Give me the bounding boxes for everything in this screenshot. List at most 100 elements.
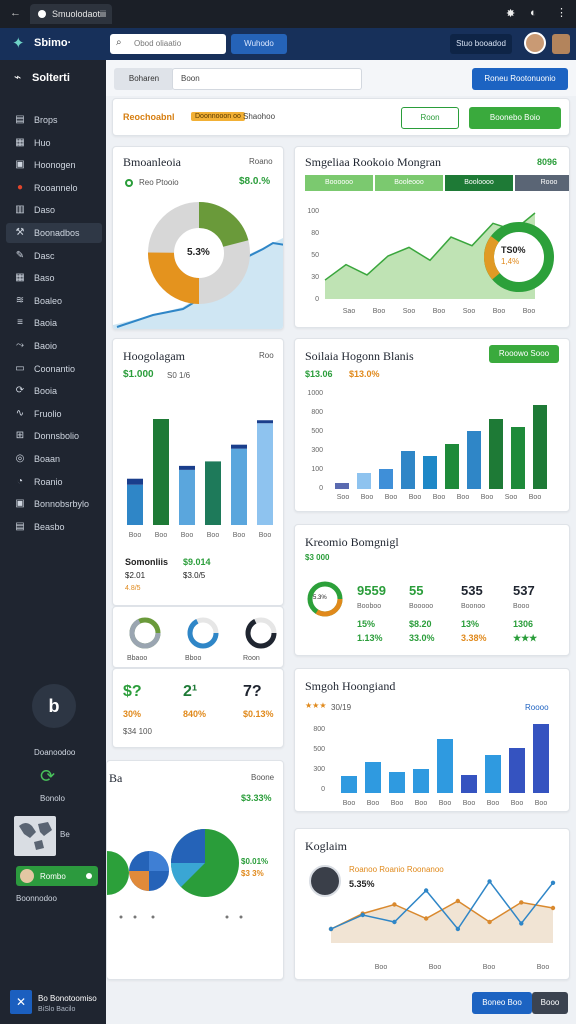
sidebar-item-14[interactable]: ⊞ Donnsbolio (6, 426, 102, 446)
sidebar-item-3[interactable]: ● Rooannelo (6, 178, 102, 198)
card-trend: Smgeliaa Rookoio Mongran 8096 Boooooo Boo… (294, 146, 570, 328)
metric-pct-0: 30% (123, 709, 142, 719)
kpi-sub-1: Booooo (409, 603, 434, 610)
toolbar-chip[interactable]: Doonnooon oo (191, 112, 245, 121)
filter-tab[interactable]: Boharen (114, 68, 174, 90)
monthly-bar (413, 769, 429, 793)
kpi-h-3: 537 (513, 583, 535, 598)
histogram-bar (205, 461, 221, 525)
filter-action-button[interactable]: Roneu Rootonuonio (472, 68, 568, 90)
user-avatar-small[interactable] (552, 34, 570, 54)
kogl-line-a-point (328, 926, 334, 932)
sidebar-item-13[interactable]: ∿ Fruolio (6, 404, 102, 424)
sidebar-logo-icon: ⌁ (14, 70, 22, 84)
toolbar-card: Reochoabnl Doonnooon oo Shaohoo Roon Boo… (112, 98, 570, 136)
trend-xtick: Boo (523, 308, 536, 315)
toggle-label: Rombo (40, 872, 66, 881)
search-input[interactable]: ⌕ Obod oliaatio (110, 34, 226, 54)
sales-ytick: 1000 (307, 390, 323, 397)
primary-footer-button[interactable]: Boneo Boo (472, 992, 532, 1014)
kpi-a-3: 1306 (513, 619, 534, 629)
sales-bar (335, 483, 349, 489)
sidebar-item-12[interactable]: ⟳ Booia (6, 381, 102, 401)
card-sales-button[interactable]: Rooowo Sooo (489, 345, 559, 363)
sync-icon: ⟳ (15, 385, 25, 397)
monthly-ytick: 500 (313, 746, 325, 753)
theme-icon[interactable]: ◐ (530, 7, 537, 19)
sidebar-item-10[interactable]: ⤳ Baoio (6, 336, 102, 356)
card-monthly-link[interactable]: Roooo (525, 703, 549, 712)
sidebar-item-11[interactable]: ▭ Coonantio (6, 359, 102, 379)
toolbar-button-one[interactable]: Roon (401, 107, 459, 129)
gear-icon[interactable]: ✸ (506, 7, 515, 20)
kogl-line-b-point (519, 900, 524, 905)
sidebar-item-2[interactable]: ▣ Hoonogen (6, 155, 102, 175)
profile-avatar[interactable]: b (32, 684, 76, 728)
filter-input[interactable]: Boon (172, 68, 362, 90)
stat-a1: Somonliis (125, 557, 169, 567)
card-sales-title: Soilaia Hogonn Blanis (305, 349, 414, 363)
sidebar-item-16[interactable]: ◔ Roanio (6, 472, 102, 492)
ring-chart-2 (245, 617, 277, 649)
sales-bar (467, 431, 481, 489)
kpi-sub-0: Booboo (357, 603, 382, 610)
monthly-ytick: 0 (321, 786, 325, 793)
sidebar-item-1[interactable]: ▦ Huo (6, 133, 102, 153)
filter-input-value: Boon (181, 74, 200, 83)
kogl-line-a-point (392, 919, 397, 925)
stat-b1: $2.01 (125, 571, 146, 580)
monthly-bar (461, 775, 477, 793)
card-sales-v1: $13.06 (305, 369, 333, 379)
sidebar-item-5[interactable]: ⚒ Boonadbos (6, 223, 102, 243)
sidebar-item-15[interactable]: ◎ Boaan (6, 449, 102, 469)
account-label: Stuo booadod (456, 39, 506, 48)
toolbar-button-two[interactable]: Boonebo Boio (469, 107, 561, 129)
kpi-b-2: 3.38% (461, 633, 487, 643)
kpi-h-1: 55 (409, 583, 424, 598)
sidebar-item-17[interactable]: ▣ Bonnobsrbylo (6, 494, 102, 514)
bottom-label: Bo Bonotoomiso (38, 994, 97, 1003)
secondary-footer-button[interactable]: Booo (532, 992, 568, 1014)
sidebar-item-label: Bonnobsrbylo (34, 499, 90, 510)
kogl-chart: Boo Boo Boo Boo (328, 879, 556, 971)
histogram-xtick: Boo (181, 532, 194, 539)
metric-value-2: 7? (243, 683, 262, 700)
more-icon[interactable]: ⋮ (556, 6, 567, 19)
card-monthly-value: 30/19 (331, 703, 352, 712)
search-icon: ⌕ (116, 37, 122, 48)
filter-tab-label: Boharen (128, 74, 160, 83)
kpi-b-0: 1.13% (357, 633, 383, 643)
histogram-xtick: Boo (233, 532, 246, 539)
stat-b2: $3.0/5 (183, 571, 206, 580)
card-monthly-title: Smgoh Hoongiand (305, 679, 396, 693)
sidebar-item-4[interactable]: ▥ Daso (6, 200, 102, 220)
sidebar-item-label: Beasbo (34, 521, 65, 532)
ring-label-0: Bbaoo (127, 655, 148, 662)
avatar[interactable] (524, 32, 546, 54)
trend-ytick: 50 (311, 252, 319, 259)
sidebar-item-label: Fruolio (34, 408, 62, 419)
monthly-xtick: Boo (487, 800, 500, 807)
edit-icon: ✎ (15, 249, 25, 261)
sidebar-item-9[interactable]: ≡ Baoia (6, 313, 102, 333)
sidebar-item-0[interactable]: ▤ Brops (6, 110, 102, 130)
status-toggle[interactable]: Rombo (16, 866, 98, 886)
back-arrow-icon[interactable]: ← (10, 7, 21, 19)
monthly-bar (341, 776, 357, 793)
header-action-button[interactable]: Wuhodo (231, 34, 287, 54)
ring-chart-1 (187, 617, 219, 649)
trend-xtick: Soo (463, 308, 476, 315)
trend-xtick: Boo (493, 308, 506, 315)
browser-tab[interactable]: Smuolodaotiii (30, 4, 112, 24)
sidebar-item-18[interactable]: ▤ Beasbo (6, 517, 102, 537)
sidebar-item-6[interactable]: ✎ Dasc (6, 246, 102, 266)
account-button[interactable]: Stuo booadod (450, 34, 512, 54)
sidebar-item-7[interactable]: ▦ Baso (6, 268, 102, 288)
card-histogram: Hoogolagam Roo $1.000 S0 1/6 Boo Boo Boo Bo… (112, 338, 284, 606)
sidebar-item-8[interactable]: ≋ Boaleo (6, 291, 102, 311)
metric-pct-2: $0.13% (243, 709, 274, 719)
calendar-icon: ▣ (15, 159, 25, 171)
brand-name: Sbimo· (34, 37, 72, 49)
bottom-brand-tile[interactable]: ✕ (10, 990, 32, 1014)
kpi-b-1: 33.0% (409, 633, 435, 643)
